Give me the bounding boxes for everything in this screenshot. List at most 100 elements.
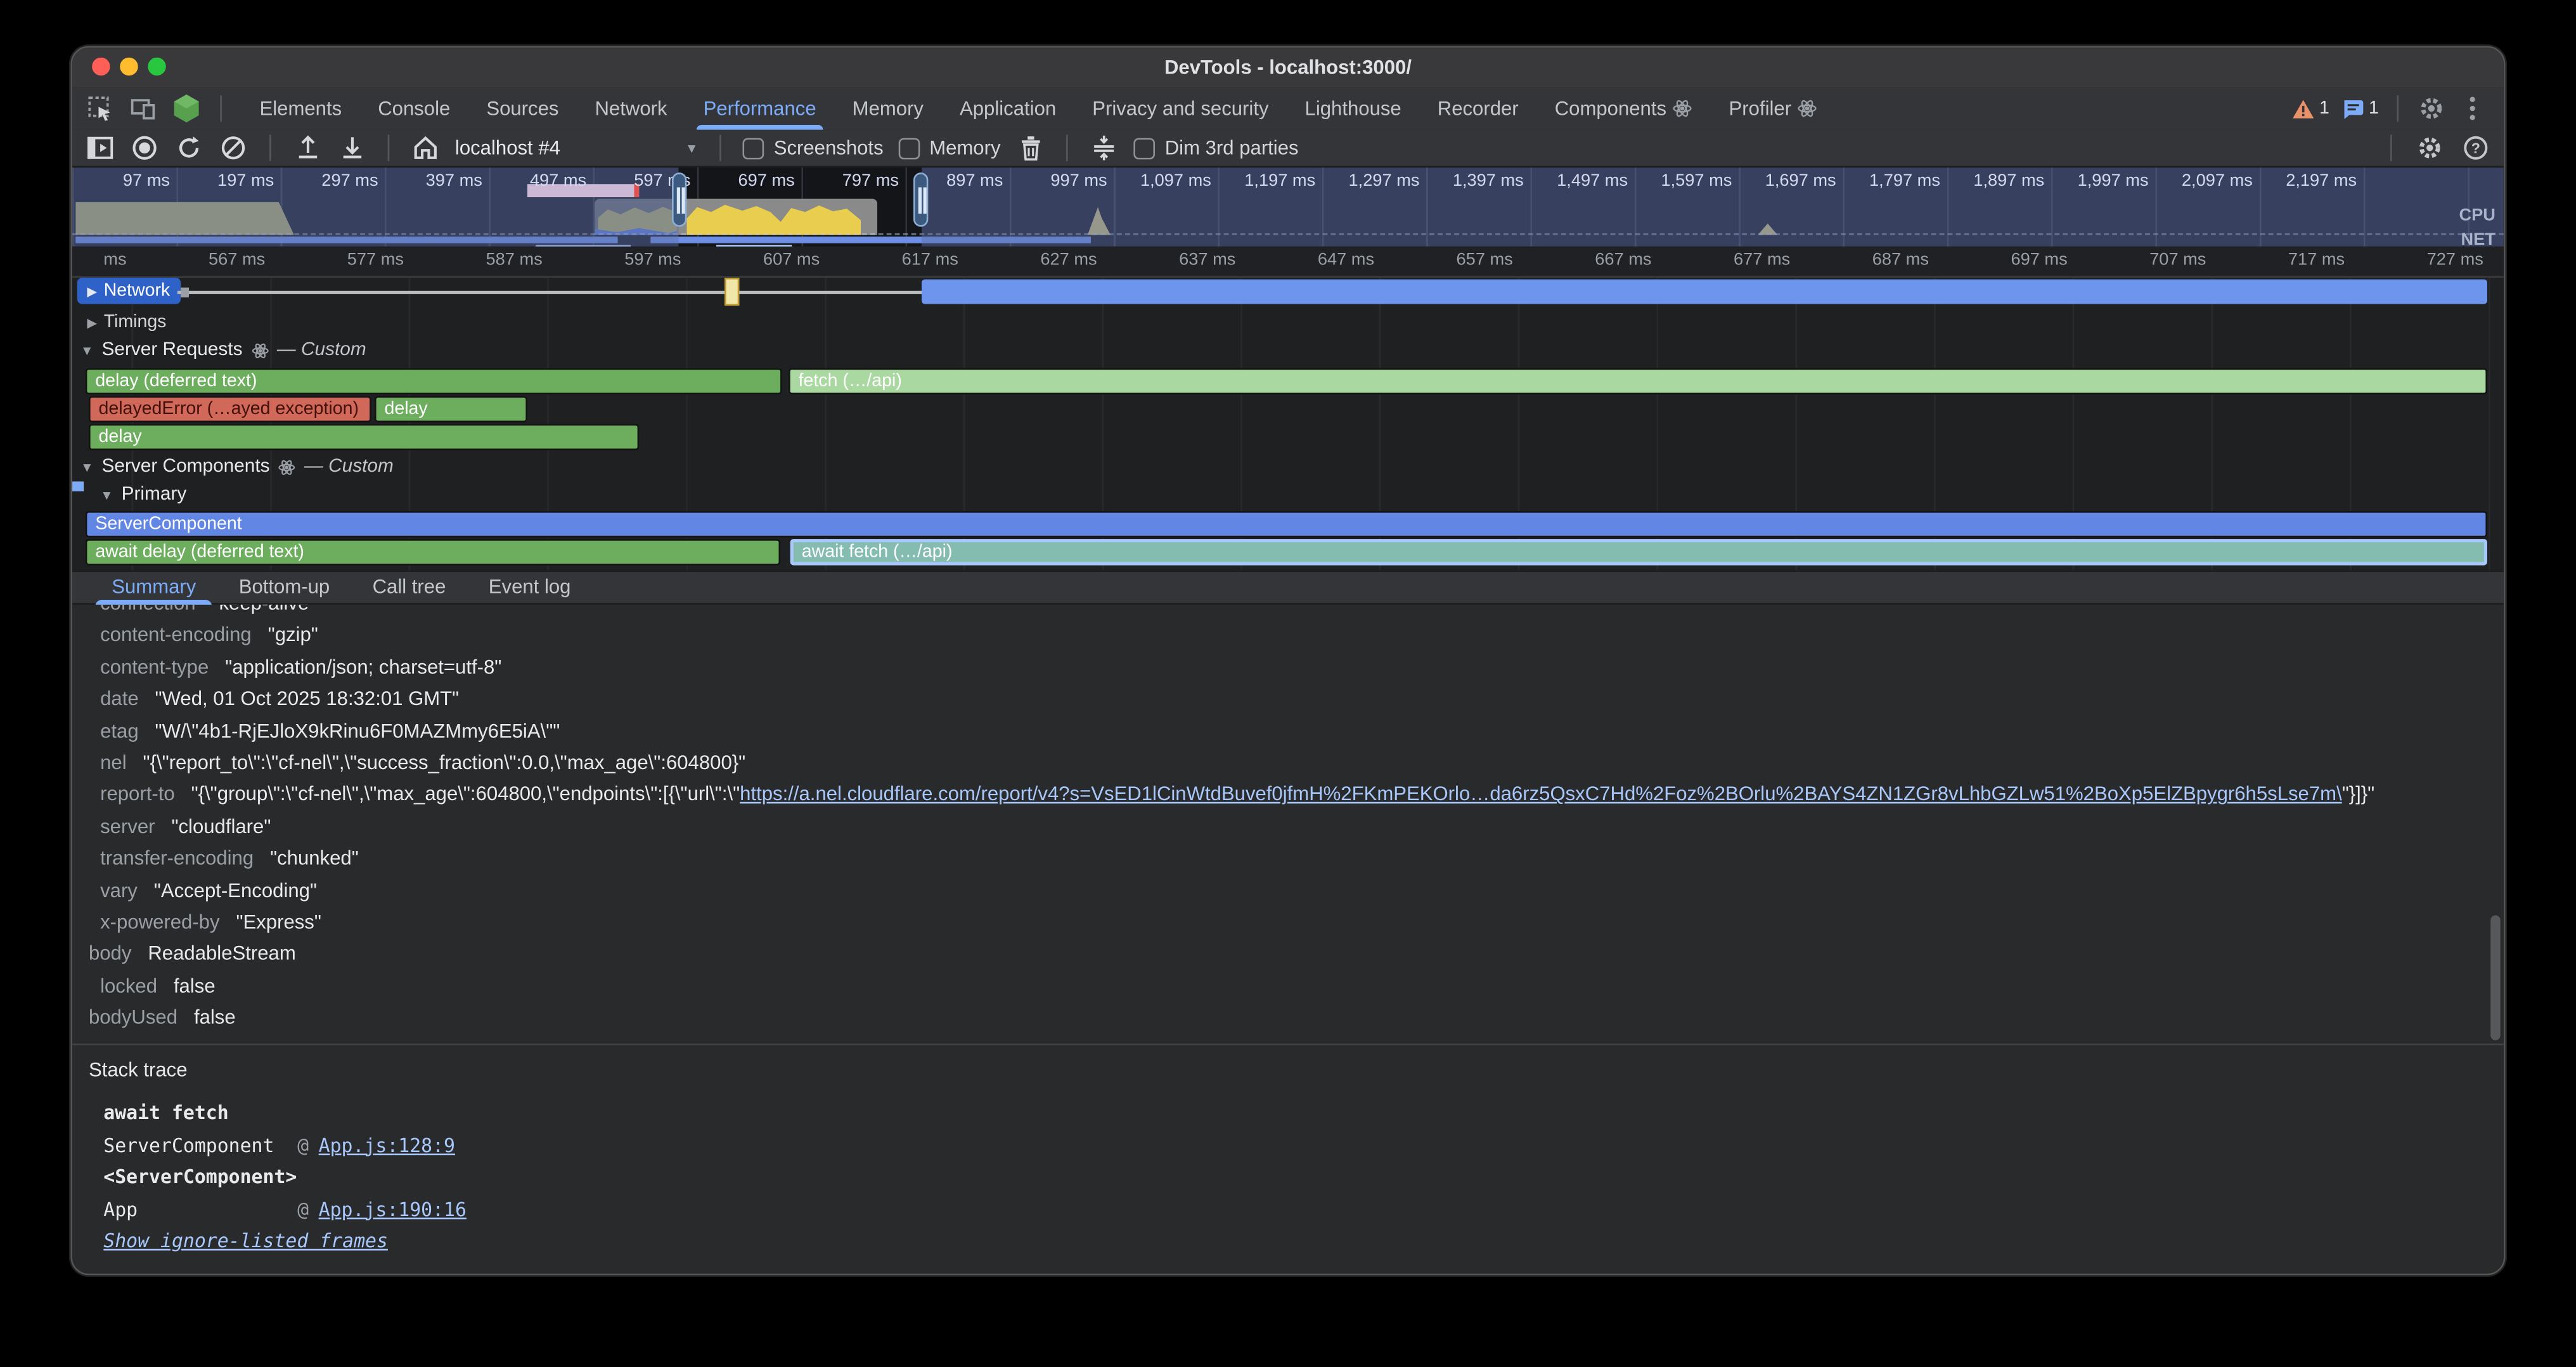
record-icon[interactable] xyxy=(130,133,160,163)
response-properties: connection"keep-alive" content-encoding"… xyxy=(72,605,2504,1035)
window-title: DevTools - localhost:3000/ xyxy=(72,48,2504,87)
collapse-triangle-icon: ▼ xyxy=(100,487,113,502)
track-resize-handle[interactable] xyxy=(181,288,189,298)
track-network[interactable]: ▶ Network xyxy=(77,278,180,304)
more-options-kebab-icon[interactable] xyxy=(2457,94,2487,124)
toolbar-right: ? xyxy=(2384,133,2490,163)
settings-gear-icon[interactable] xyxy=(2417,94,2447,124)
property-row: x-powered-by"Express" xyxy=(89,907,2504,938)
collapse-sections-icon[interactable] xyxy=(1089,133,1119,163)
scrollbar-thumb[interactable] xyxy=(2490,916,2501,1040)
history-dropdown[interactable]: localhost #4 ▼ xyxy=(455,136,699,159)
capture-settings-gear-icon[interactable] xyxy=(2415,133,2445,163)
event-bar-delay-deferred[interactable]: delay (deferred text) xyxy=(86,368,782,394)
react-atom-icon xyxy=(250,341,269,360)
stack-frame: await fetch xyxy=(89,1098,2504,1130)
details-tab-bar: Summary Bottom-up Call tree Event log xyxy=(72,570,2504,604)
selection-left-handle[interactable] xyxy=(672,172,686,227)
property-row: date"Wed, 01 Oct 2025 18:32:01 GMT" xyxy=(89,684,2504,716)
track-primary-header[interactable]: ▼ Primary xyxy=(100,485,186,505)
tabbar-icons xyxy=(72,94,242,124)
garbage-collect-icon[interactable] xyxy=(1015,133,1045,163)
reload-and-record-icon[interactable] xyxy=(174,133,204,163)
net-overview-bar-light xyxy=(716,245,792,247)
react-atom-icon xyxy=(278,458,297,476)
property-row: nel"{\"report_to\":\"cf-nel\",\"success_… xyxy=(89,748,2504,779)
tab-elements[interactable]: Elements xyxy=(242,87,360,129)
upload-profile-icon[interactable] xyxy=(292,133,322,163)
tab-memory[interactable]: Memory xyxy=(834,87,941,129)
warnings-indicator[interactable]: 1 xyxy=(2291,98,2329,119)
source-location-link[interactable]: App.js:128:9 xyxy=(319,1130,455,1162)
divider xyxy=(388,135,390,161)
node-icon[interactable] xyxy=(171,94,201,124)
checkbox-box xyxy=(898,137,920,159)
tab-components[interactable]: Components xyxy=(1536,87,1711,129)
expand-triangle-icon: ▶ xyxy=(87,314,97,329)
track-server-components-header[interactable]: ▼ Server Components — Custom xyxy=(80,457,394,477)
tab-network[interactable]: Network xyxy=(577,87,685,129)
device-toolbar-icon[interactable] xyxy=(128,94,158,124)
issues-indicator[interactable]: 1 xyxy=(2341,98,2379,119)
network-request-line xyxy=(177,291,922,294)
event-bar-delayed-error[interactable]: delayedError (…ayed exception) xyxy=(89,396,371,422)
summary-pane[interactable]: connection"keep-alive" content-encoding"… xyxy=(72,605,2504,1044)
toggle-sidebar-icon[interactable] xyxy=(86,133,115,163)
inspect-element-icon[interactable] xyxy=(86,94,115,124)
dim-3rd-parties-checkbox[interactable]: Dim 3rd parties xyxy=(1133,136,1298,159)
stack-frame: App@App.js:190:16 xyxy=(89,1194,2504,1226)
clear-icon[interactable] xyxy=(219,133,248,163)
tab-profiler[interactable]: Profiler xyxy=(1711,87,1836,129)
track-server-requests-header[interactable]: ▼ Server Requests — Custom xyxy=(80,340,366,360)
screen: DevTools - localhost:3000/ Elements Cons… xyxy=(0,0,2576,1367)
selection-right-handle[interactable] xyxy=(913,172,928,227)
screenshots-checkbox[interactable]: Screenshots xyxy=(742,136,883,159)
checkbox-box xyxy=(742,137,764,159)
tab-privacy-and-security[interactable]: Privacy and security xyxy=(1074,87,1287,129)
tab-event-log[interactable]: Event log xyxy=(469,570,591,604)
event-bar-await-delay[interactable]: await delay (deferred text) xyxy=(86,539,780,565)
property-row: server"cloudflare" xyxy=(89,812,2504,843)
tab-console[interactable]: Console xyxy=(360,87,468,129)
event-bar-fetch-api[interactable]: fetch (…/api) xyxy=(789,368,2487,394)
warning-icon xyxy=(2291,98,2314,119)
download-profile-icon[interactable] xyxy=(337,133,366,163)
tab-sources[interactable]: Sources xyxy=(468,87,577,129)
show-ignore-listed-frames-link[interactable]: Show ignore-listed frames xyxy=(103,1226,2504,1258)
stack-frame: ServerComponent@App.js:128:9 xyxy=(89,1130,2504,1162)
tab-summary[interactable]: Summary xyxy=(92,570,216,604)
tab-lighthouse[interactable]: Lighthouse xyxy=(1287,87,1419,129)
network-request-bar[interactable] xyxy=(922,280,2487,304)
home-live-metrics-icon[interactable] xyxy=(411,133,441,163)
source-location-link[interactable]: App.js:190:16 xyxy=(319,1194,467,1226)
track-timings[interactable]: ▶ Timings xyxy=(77,309,176,335)
event-bar-delay[interactable]: delay xyxy=(89,424,639,450)
svg-text:?: ? xyxy=(2471,140,2480,157)
tab-performance[interactable]: Performance xyxy=(685,87,834,129)
report-endpoint-link[interactable]: https://a.nel.cloudflare.com/report/v4?s… xyxy=(740,783,2342,806)
track-edge-marker xyxy=(72,481,84,491)
tab-call-tree[interactable]: Call tree xyxy=(352,570,465,604)
stack-trace-section: Stack trace await fetch ServerComponent@… xyxy=(72,1044,2504,1275)
event-bar-await-fetch-selected[interactable]: await fetch (…/api) xyxy=(790,539,2487,565)
network-request-marker[interactable] xyxy=(724,278,739,306)
help-icon[interactable]: ? xyxy=(2461,133,2491,163)
property-row: etag"W/\"4b1-RjEJloX9kRinu6F0MAZMmy6E5iA… xyxy=(89,716,2504,748)
flame-ruler: ms567 ms577 ms587 ms597 ms607 ms617 ms62… xyxy=(72,247,2504,278)
collapse-triangle-icon: ▼ xyxy=(80,342,94,357)
flame-chart[interactable]: ms567 ms577 ms587 ms597 ms607 ms617 ms62… xyxy=(72,247,2504,571)
event-bar-server-component[interactable]: ServerComponent xyxy=(86,511,2487,537)
tab-recorder[interactable]: Recorder xyxy=(1419,87,1536,129)
timeline-overview[interactable]: 97 ms197 ms297 ms397 ms497 ms597 ms697 m… xyxy=(72,167,2504,246)
divider xyxy=(2397,95,2399,121)
divider xyxy=(220,95,222,121)
property-row: content-type"application/json; charset=u… xyxy=(89,652,2504,684)
event-bar-delay[interactable]: delay xyxy=(375,396,527,422)
tab-application[interactable]: Application xyxy=(942,87,1074,129)
main-tab-bar: Elements Console Sources Network Perform… xyxy=(72,87,2504,131)
expand-triangle-icon: ▶ xyxy=(87,283,97,298)
tab-bottom-up[interactable]: Bottom-up xyxy=(219,570,350,604)
memory-checkbox[interactable]: Memory xyxy=(898,136,1001,159)
chevron-down-icon: ▼ xyxy=(685,141,699,155)
checkbox-box xyxy=(1133,137,1155,159)
